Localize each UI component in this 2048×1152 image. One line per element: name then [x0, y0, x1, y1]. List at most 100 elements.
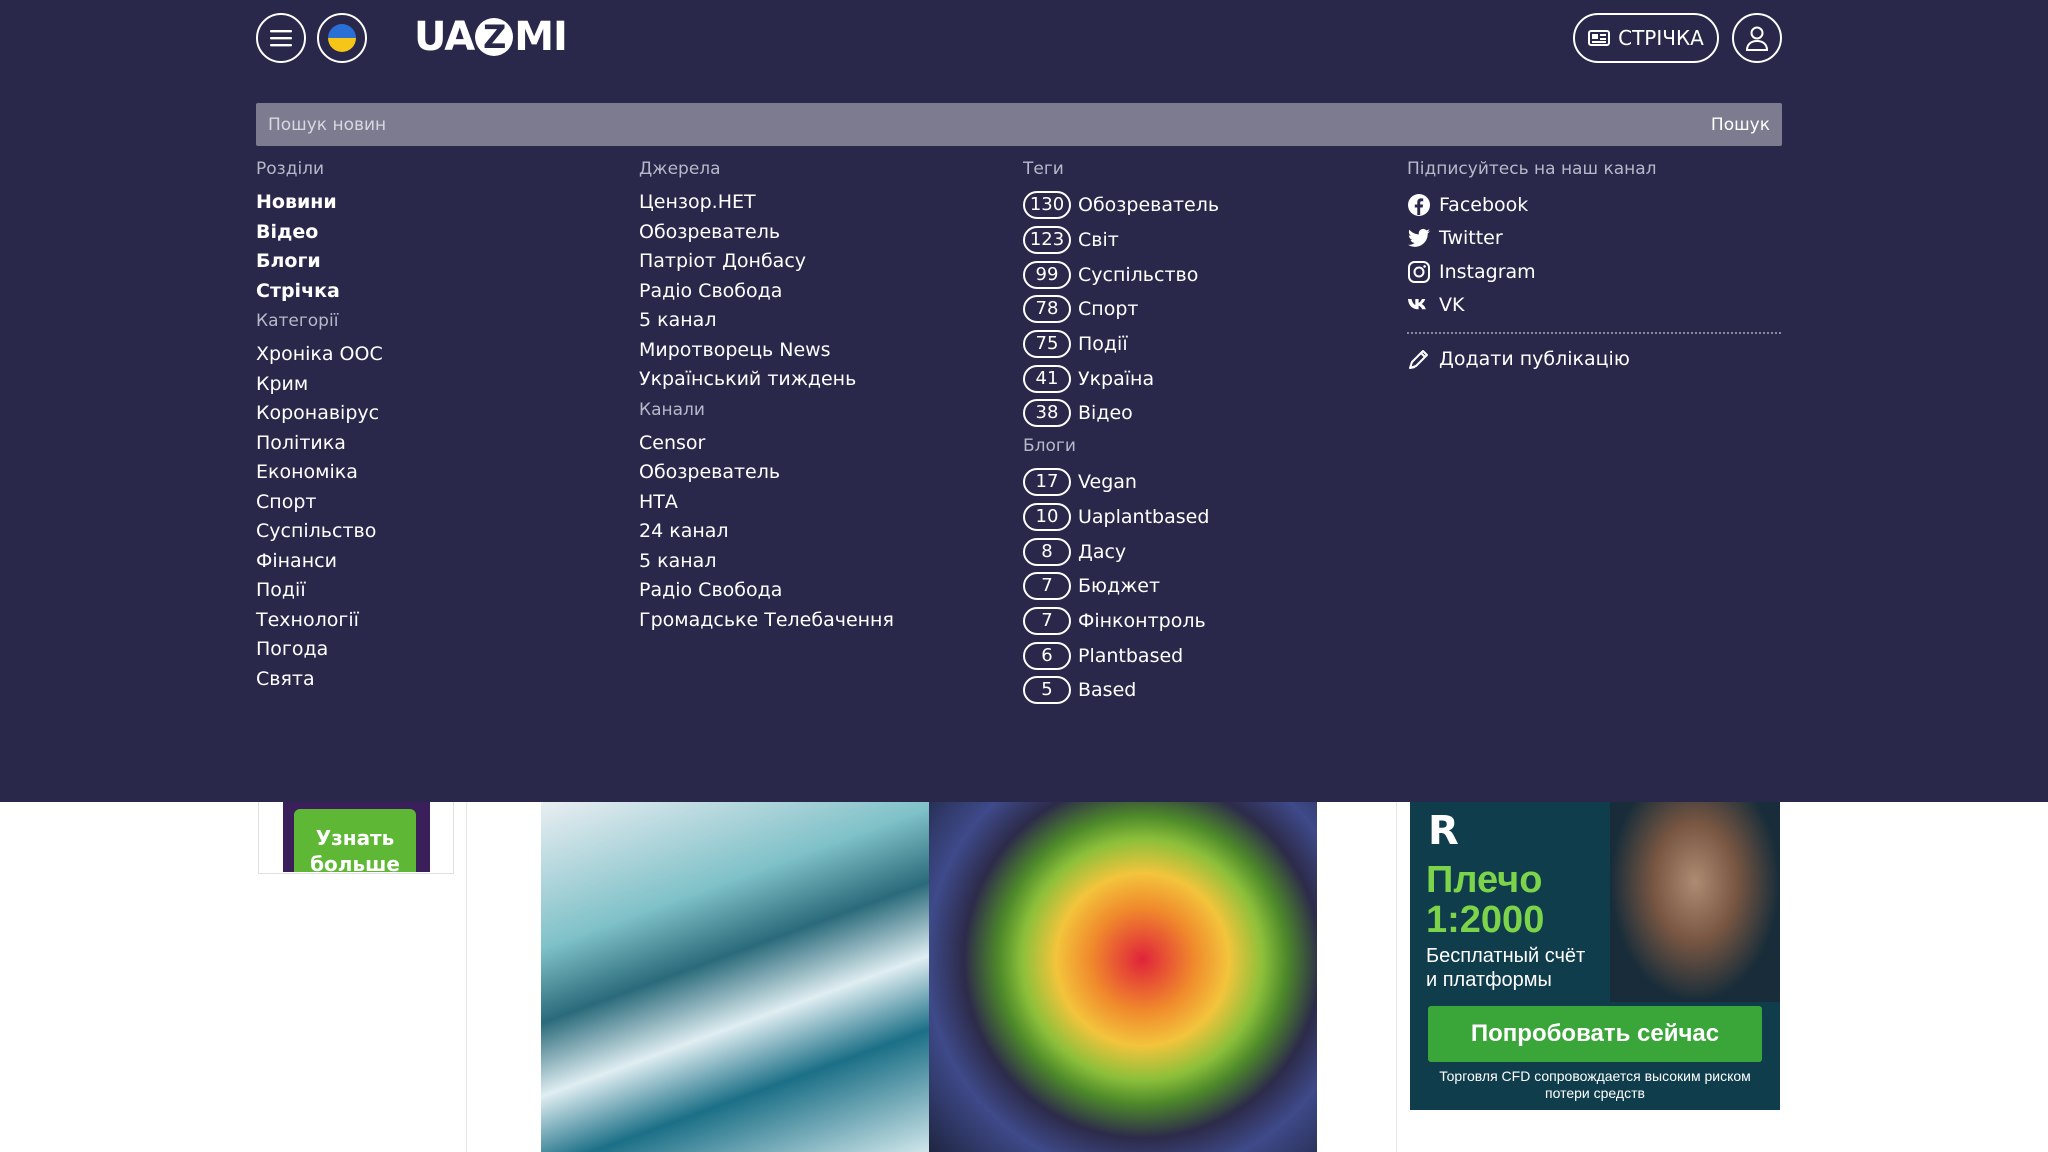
blog-tag-link[interactable]: 8 Дасу — [1023, 534, 1219, 569]
ad-headline-line: 1:2000 — [1426, 899, 1545, 941]
learn-more-button[interactable]: Узнать больше — [294, 809, 416, 872]
tag-name: Vegan — [1078, 471, 1137, 494]
cake-photo[interactable] — [541, 802, 929, 1152]
channel-link[interactable]: 5 канал — [639, 547, 894, 577]
source-link[interactable]: Український тиждень — [639, 365, 894, 395]
section-link[interactable]: Новини — [256, 188, 383, 218]
tag-name: Uaplantbased — [1078, 505, 1210, 528]
social-heading: Підписуйтесь на наш канал — [1407, 159, 1657, 179]
search-input[interactable] — [268, 114, 1568, 135]
tag-count: 17 — [1023, 468, 1071, 497]
tag-count: 99 — [1023, 260, 1071, 289]
tag-link[interactable]: 38 Відео — [1023, 396, 1219, 431]
right-ad-banner[interactable]: R Плечо 1:2000 Бесплатный счёт и платфор… — [1410, 802, 1780, 1110]
tag-count: 41 — [1023, 364, 1071, 393]
page-content: Узнать больше R Плечо 1:2000 Бесплатный … — [0, 802, 2048, 1152]
channel-link[interactable]: Обозреватель — [639, 458, 894, 488]
vk-link[interactable]: VK — [1407, 289, 1781, 323]
hamburger-icon — [270, 30, 292, 47]
blog-tag-link[interactable]: 17 Vegan — [1023, 465, 1219, 500]
source-link[interactable]: Радіо Свобода — [639, 277, 894, 307]
category-link[interactable]: Хроніка ООС — [256, 340, 383, 370]
facebook-link[interactable]: Facebook — [1407, 188, 1781, 222]
source-link[interactable]: Цензор.НЕТ — [639, 188, 894, 218]
channel-link[interactable]: Censor — [639, 429, 894, 459]
tag-link[interactable]: 123 Світ — [1023, 223, 1219, 258]
blog-tag-link[interactable]: 7 Бюджет — [1023, 569, 1219, 604]
logo-text-left: UA — [414, 14, 475, 60]
twitter-link[interactable]: Twitter — [1407, 222, 1781, 256]
section-link[interactable]: Стрічка — [256, 277, 383, 307]
source-link[interactable]: Обозреватель — [639, 218, 894, 248]
tag-name: Plantbased — [1078, 644, 1184, 667]
category-link[interactable]: Політика — [256, 429, 383, 459]
social-label: Instagram — [1439, 260, 1536, 283]
category-link[interactable]: Економіка — [256, 458, 383, 488]
categories-heading: Категорії — [256, 311, 339, 331]
section-link[interactable]: Відео — [256, 218, 383, 248]
source-link[interactable]: 5 канал — [639, 306, 894, 336]
social-column: Підписуйтесь на наш канал Facebook Twitt… — [1407, 158, 1781, 376]
tag-count: 8 — [1023, 537, 1071, 566]
blog-tag-link[interactable]: 5 Based — [1023, 673, 1219, 708]
section-link[interactable]: Блоги — [256, 247, 383, 277]
search-button[interactable]: Пошук — [1711, 115, 1770, 135]
blog-tag-link[interactable]: 10 Uaplantbased — [1023, 500, 1219, 535]
tag-name: Україна — [1078, 367, 1155, 390]
ad-person-image — [1610, 802, 1780, 1002]
add-publication-label: Додати публікацію — [1439, 347, 1630, 370]
category-link[interactable]: Крим — [256, 370, 383, 400]
instagram-link[interactable]: Instagram — [1407, 255, 1781, 289]
tag-name: Based — [1078, 679, 1137, 702]
tag-name: Фінконтроль — [1078, 609, 1206, 632]
category-link[interactable]: Технології — [256, 606, 383, 636]
tag-link[interactable]: 41 Україна — [1023, 361, 1219, 396]
tag-name: Світ — [1078, 229, 1119, 252]
newspaper-icon — [1588, 30, 1611, 46]
channel-link[interactable]: НТА — [639, 488, 894, 518]
tag-link[interactable]: 99 Суспільство — [1023, 257, 1219, 292]
source-link[interactable]: Миротворець News — [639, 336, 894, 366]
category-link[interactable]: Фінанси — [256, 547, 383, 577]
language-button[interactable] — [317, 13, 367, 63]
sections-column: Розділи Новини Відео Блоги Стрічка Катег… — [256, 158, 383, 694]
source-link[interactable]: Патріот Донбасу — [639, 247, 894, 277]
category-link[interactable]: Події — [256, 576, 383, 606]
social-label: Facebook — [1439, 193, 1529, 216]
category-link[interactable]: Свята — [256, 665, 383, 695]
category-link[interactable]: Погода — [256, 635, 383, 665]
channel-link[interactable]: Радіо Свобода — [639, 576, 894, 606]
tag-count: 7 — [1023, 606, 1071, 635]
tag-name: Обозреватель — [1078, 194, 1220, 217]
blog-tag-link[interactable]: 7 Фінконтроль — [1023, 604, 1219, 639]
ad-subtext-line: и платформы — [1426, 969, 1552, 991]
tag-count: 5 — [1023, 676, 1071, 705]
site-logo[interactable]: UA Z MI — [414, 14, 568, 60]
tag-count: 130 — [1023, 191, 1071, 220]
feed-button[interactable]: СТРІЧКА — [1573, 13, 1719, 63]
add-publication-link[interactable]: Додати публікацію — [1407, 342, 1781, 376]
ad-subtext: Бесплатный счёт и платформы — [1426, 944, 1585, 992]
sources-heading: Джерела — [639, 159, 721, 179]
user-account-button[interactable] — [1732, 13, 1782, 63]
channel-link[interactable]: Громадське Телебачення — [639, 606, 894, 636]
hamburger-menu-button[interactable] — [256, 13, 306, 63]
left-ad-banner[interactable]: Узнать больше — [258, 802, 454, 874]
blog-tag-link[interactable]: 6 Plantbased — [1023, 638, 1219, 673]
tag-link[interactable]: 75 Події — [1023, 327, 1219, 362]
left-ad-background: Узнать больше — [283, 802, 430, 872]
category-link[interactable]: Суспільство — [256, 517, 383, 547]
category-link[interactable]: Коронавірус — [256, 399, 383, 429]
tag-link[interactable]: 78 Спорт — [1023, 292, 1219, 327]
fruit-tart-photo[interactable] — [929, 802, 1317, 1152]
ad-headline-line: Плечо — [1426, 859, 1543, 901]
tag-count: 38 — [1023, 399, 1071, 428]
try-now-button[interactable]: Попробовать сейчас — [1428, 1006, 1762, 1062]
channel-link[interactable]: 24 канал — [639, 517, 894, 547]
social-divider — [1407, 332, 1781, 334]
tag-name: Суспільство — [1078, 263, 1199, 286]
category-link[interactable]: Спорт — [256, 488, 383, 518]
social-label: Twitter — [1439, 227, 1503, 250]
tag-link[interactable]: 130 Обозреватель — [1023, 188, 1219, 223]
tag-name: Події — [1078, 333, 1128, 356]
